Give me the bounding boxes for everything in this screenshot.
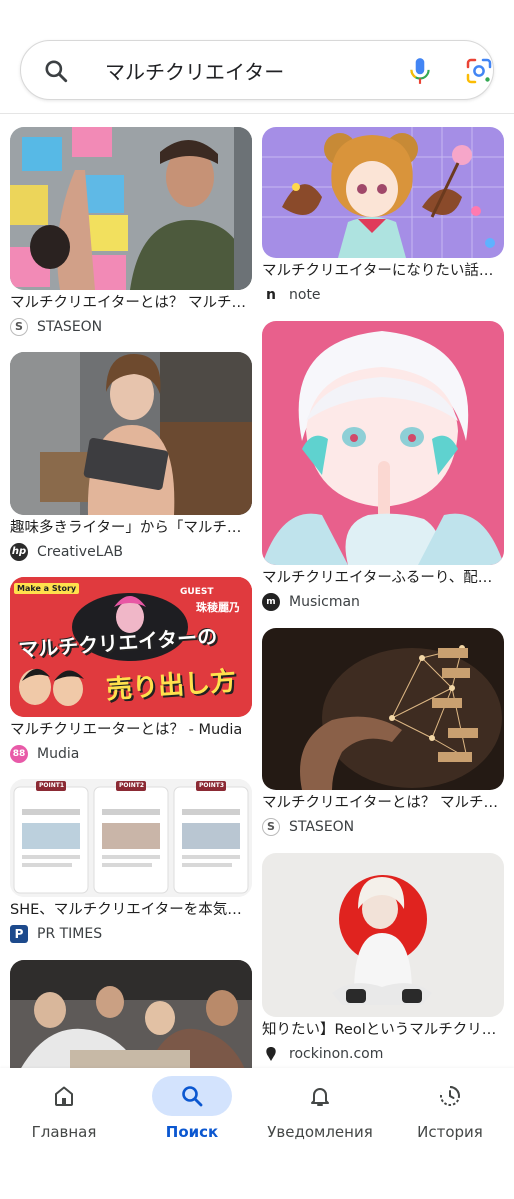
result-caption[interactable]: マルチクリエイターふるーり、配…	[262, 568, 504, 588]
nav-search[interactable]: Поиск	[132, 1076, 252, 1141]
bell-icon	[311, 1088, 329, 1106]
nav-history[interactable]: История	[390, 1076, 510, 1141]
result-caption[interactable]: マルチクリエイターになりたい話…	[262, 261, 504, 281]
source-name: Musicman	[289, 594, 360, 610]
home-icon	[55, 1086, 73, 1106]
staseon-icon: S	[10, 318, 28, 336]
result-caption[interactable]: 趣味多きライター」から「マルチ…	[10, 518, 252, 538]
nav-notifications[interactable]: Уведомления	[260, 1076, 380, 1141]
source-name: rockinon.com	[289, 1046, 384, 1062]
search-icon	[182, 1086, 203, 1107]
source-name: PR TIMES	[37, 926, 103, 942]
staseon-icon: S	[262, 818, 280, 836]
guest-label: GUEST	[180, 587, 214, 597]
result-card[interactable]: Make a Story GUEST 珠稜麗乃 マルチクリエイターの 売り出し方…	[10, 577, 252, 763]
result-card[interactable]: 知りたい】Reolというマルチクリ… rockinon.com	[262, 853, 504, 1063]
note-icon: n	[262, 286, 280, 304]
result-card[interactable]: 趣味多きライター」から「マルチ… hp CreativeLAB	[10, 352, 252, 561]
nav-search-label: Поиск	[165, 1123, 219, 1141]
result-image[interactable]	[262, 853, 504, 1017]
search-query[interactable]: マルチクリエイター	[105, 56, 284, 85]
nav-search-pill[interactable]	[152, 1076, 232, 1116]
result-card[interactable]: マルチクリエイターとは？ マルチ… S STASEON	[10, 127, 252, 336]
mudia-icon: 88	[10, 745, 28, 763]
guest-name: 珠稜麗乃	[196, 601, 240, 614]
result-source[interactable]: rockinon.com	[262, 1045, 504, 1063]
result-image[interactable]	[262, 321, 504, 565]
result-source[interactable]: n note	[262, 286, 504, 304]
search-icon[interactable]	[43, 58, 69, 84]
point-label: POINT2	[119, 782, 145, 789]
result-caption[interactable]: マルチクリエーターとは？ - Mudia	[10, 720, 252, 740]
nav-home[interactable]: Главная	[4, 1076, 124, 1141]
prtimes-icon: P	[10, 925, 28, 943]
nav-home-label: Главная	[31, 1123, 97, 1141]
rockinon-icon	[262, 1045, 280, 1063]
nav-history-pill[interactable]	[410, 1076, 490, 1116]
nav-notifications-label: Уведомления	[267, 1123, 373, 1141]
result-source[interactable]: S STASEON	[262, 818, 504, 836]
lens-icon[interactable]	[465, 57, 493, 85]
hp-icon: hp	[10, 543, 28, 561]
nav-history-label: История	[417, 1123, 483, 1141]
nav-home-pill[interactable]	[24, 1076, 104, 1116]
result-caption[interactable]: マルチクリエイターとは？ マルチ…	[10, 293, 252, 313]
result-image[interactable]: Make a Story GUEST 珠稜麗乃 マルチクリエイターの 売り出し方	[10, 577, 252, 717]
result-image[interactable]	[10, 127, 252, 290]
result-image[interactable]: POINT1 POINT2 POINT3	[10, 779, 252, 897]
result-card[interactable]: POINT1 POINT2 POINT3 SHE、マルチクリエイターを本気… P…	[10, 779, 252, 943]
history-icon	[440, 1086, 460, 1106]
result-source[interactable]: hp CreativeLAB	[10, 543, 252, 561]
nav-notifications-pill[interactable]	[280, 1076, 360, 1116]
mic-icon[interactable]	[407, 56, 433, 86]
result-caption[interactable]: 知りたい】Reolというマルチクリ…	[262, 1020, 504, 1040]
source-name: Mudia	[37, 746, 80, 762]
source-name: CreativeLAB	[37, 544, 123, 560]
result-card[interactable]: マルチクリエイターふるーり、配… m Musicman	[262, 321, 504, 611]
result-source[interactable]: m Musicman	[262, 593, 504, 611]
result-image[interactable]	[262, 127, 504, 258]
point-label: POINT1	[39, 782, 65, 789]
result-source[interactable]: P PR TIMES	[10, 925, 252, 943]
source-name: STASEON	[289, 819, 355, 835]
result-caption[interactable]: SHE、マルチクリエイターを本気…	[10, 900, 252, 920]
bottom-navigation: Главная Поиск Уведомления История	[0, 1068, 514, 1199]
make-a-story-badge: Make a Story	[14, 583, 80, 594]
source-name: note	[289, 287, 321, 303]
source-name: STASEON	[37, 319, 103, 335]
result-source[interactable]: S STASEON	[10, 318, 252, 336]
result-card[interactable]: マルチクリエイターとは？ マルチ… S STASEON	[262, 628, 504, 836]
result-card[interactable]: マルチクリエイターになりたい話… n note	[262, 127, 504, 304]
musicman-icon: m	[262, 593, 280, 611]
header-divider	[0, 113, 514, 114]
result-caption[interactable]: マルチクリエイターとは？ マルチ…	[262, 793, 504, 813]
result-source[interactable]: 88 Mudia	[10, 745, 252, 763]
search-bar[interactable]: マルチクリエイター	[20, 40, 494, 100]
point-label: POINT3	[199, 782, 225, 789]
result-image[interactable]	[262, 628, 504, 790]
result-image[interactable]	[10, 352, 252, 515]
